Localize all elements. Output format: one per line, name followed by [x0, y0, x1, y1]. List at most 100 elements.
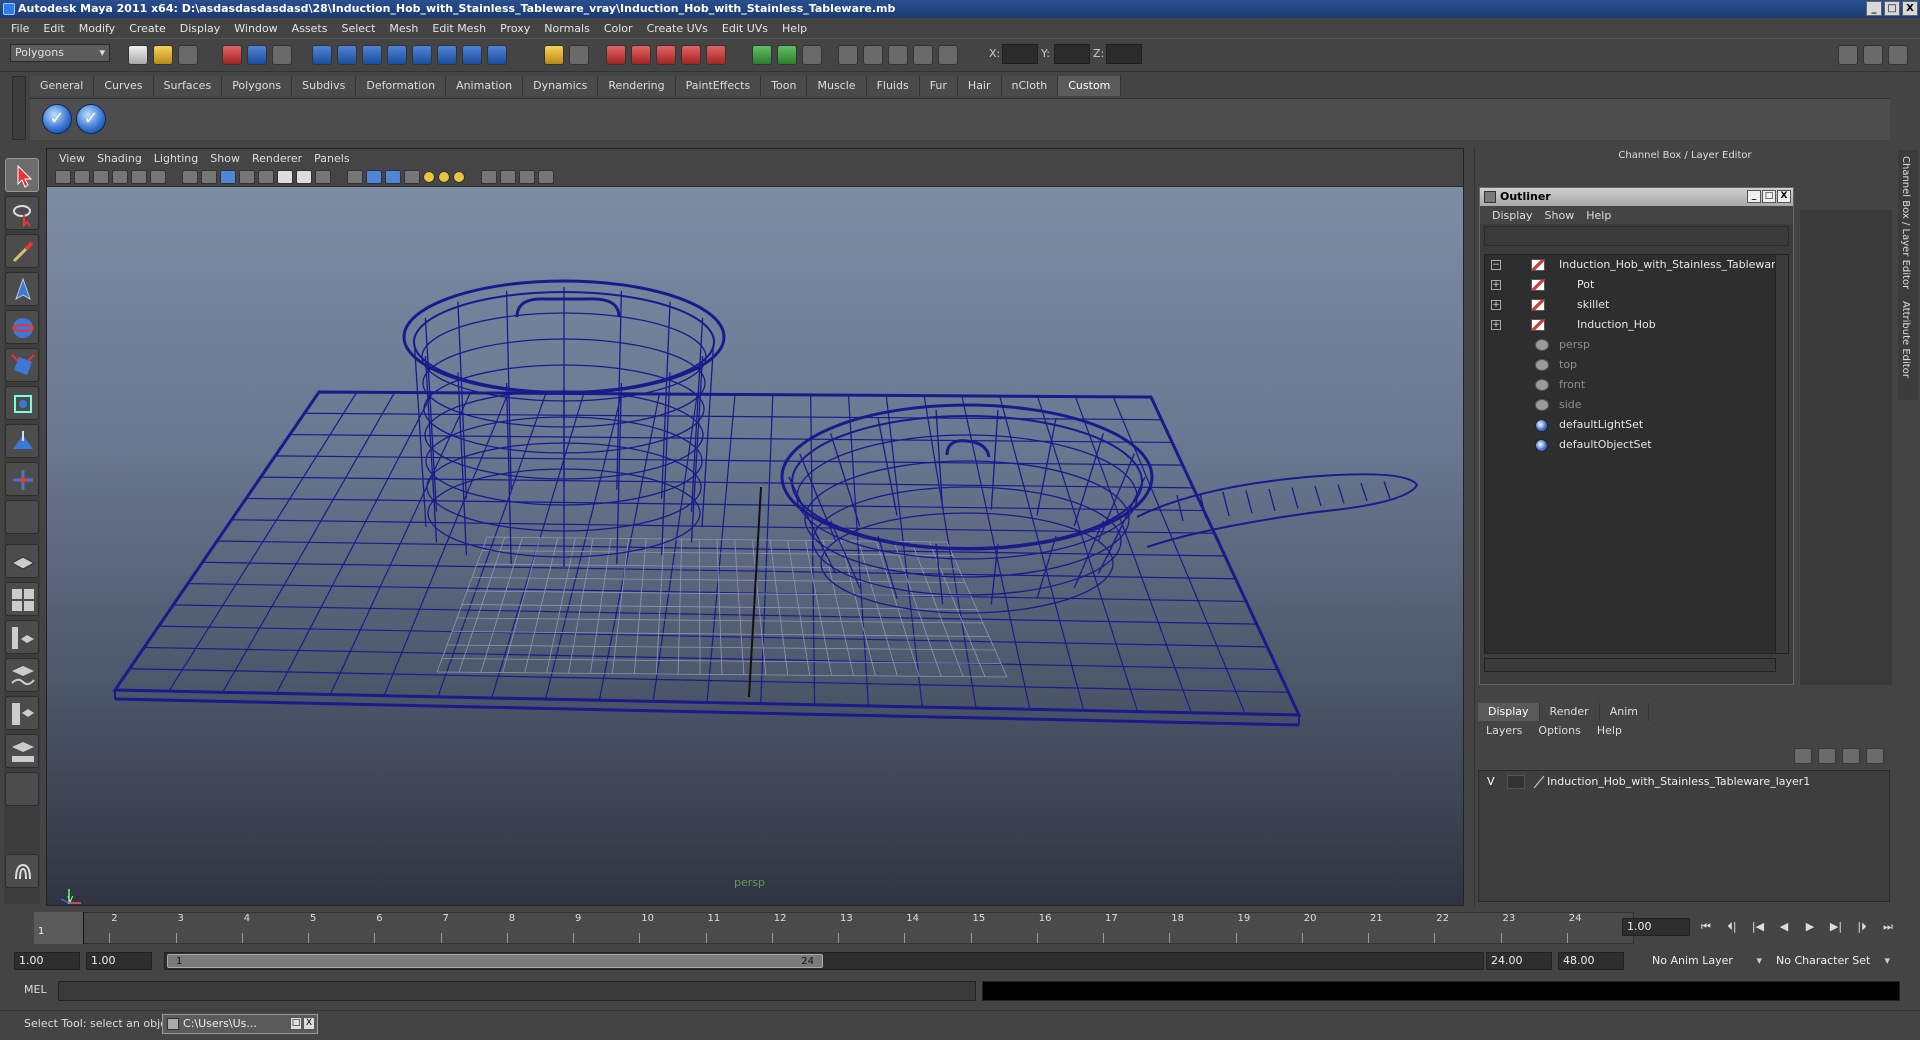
- menu-file[interactable]: File: [4, 22, 36, 35]
- layer-row[interactable]: V Induction_Hob_with_Stainless_Tableware…: [1479, 773, 1889, 791]
- render-settings-icon[interactable]: [913, 45, 933, 65]
- viewport-canvas[interactable]: y: [47, 187, 1463, 905]
- viewport-menu-show[interactable]: Show: [204, 152, 246, 165]
- menu-modify[interactable]: Modify: [72, 22, 122, 35]
- outliner-item-front[interactable]: front: [1485, 375, 1775, 395]
- grid-toggle-icon[interactable]: [182, 169, 198, 184]
- mask-rendering-icon[interactable]: [462, 45, 482, 65]
- shelf-tab-curves[interactable]: Curves: [94, 76, 154, 96]
- layer-menu-help[interactable]: Help: [1589, 724, 1630, 737]
- shelf-tab-polygons[interactable]: Polygons: [222, 76, 293, 96]
- range-slider-track[interactable]: 1 24: [164, 952, 1484, 970]
- anim-layer-dropdown[interactable]: No Anim Layer: [1648, 952, 1762, 970]
- outliner-item-default-light-set[interactable]: defaultLightSet: [1485, 415, 1775, 435]
- field-chart-icon[interactable]: [258, 169, 274, 184]
- menu-help[interactable]: Help: [775, 22, 814, 35]
- wireframe-on-shaded-icon[interactable]: [385, 169, 401, 184]
- custom-shelf-check-icon[interactable]: ✓: [42, 104, 72, 134]
- resolution-gate-icon[interactable]: [220, 169, 236, 184]
- outliner-menu-display[interactable]: Display: [1486, 209, 1539, 222]
- move-tool-icon[interactable]: [5, 272, 39, 306]
- help-query-icon[interactable]: [487, 45, 507, 65]
- render-view-icon[interactable]: [838, 45, 858, 65]
- rotate-tool-icon[interactable]: [5, 310, 39, 344]
- outliner-filter-field[interactable]: [1484, 226, 1789, 246]
- layer-visibility-toggle[interactable]: V: [1487, 773, 1495, 791]
- step-back-frame-icon[interactable]: ⏴|: [1724, 920, 1740, 934]
- backface-culling-icon[interactable]: [538, 169, 554, 184]
- film-gate-icon[interactable]: [201, 169, 217, 184]
- menu-mesh[interactable]: Mesh: [382, 22, 425, 35]
- move-layer-down-icon[interactable]: [1818, 748, 1836, 764]
- menu-window[interactable]: Window: [227, 22, 284, 35]
- layer-tab-display[interactable]: Display: [1478, 703, 1540, 721]
- select-tool-icon[interactable]: [5, 158, 39, 192]
- menu-proxy[interactable]: Proxy: [493, 22, 537, 35]
- hud-toggle-icon[interactable]: [315, 169, 331, 184]
- outliner-vertical-scrollbar[interactable]: [1775, 254, 1789, 654]
- mask-joints-icon[interactable]: [337, 45, 357, 65]
- shelf-tab-dynamics[interactable]: Dynamics: [523, 76, 599, 96]
- shelf-tab-surfaces[interactable]: Surfaces: [153, 76, 223, 96]
- step-forward-key-icon[interactable]: ▶|: [1828, 920, 1844, 934]
- shelf-menu-handle[interactable]: [12, 76, 26, 140]
- safe-action-icon[interactable]: [277, 169, 293, 184]
- input-ops-icon[interactable]: [752, 45, 772, 65]
- go-to-end-icon[interactable]: ⏭: [1880, 920, 1896, 934]
- menu-select[interactable]: Select: [334, 22, 382, 35]
- character-set-dropdown[interactable]: No Character Set: [1772, 952, 1890, 970]
- use-default-light-icon[interactable]: [423, 170, 435, 183]
- go-to-start-icon[interactable]: ⏮: [1698, 920, 1714, 934]
- new-layer-icon[interactable]: [1842, 748, 1860, 764]
- grease-pencil-icon[interactable]: [150, 169, 166, 184]
- shelf-tab-toon[interactable]: Toon: [761, 76, 808, 96]
- toolbox-collapse-icon[interactable]: [5, 772, 39, 806]
- save-scene-icon[interactable]: [178, 45, 198, 65]
- expand-toggle-icon[interactable]: +: [1491, 280, 1501, 290]
- open-scene-icon[interactable]: [153, 45, 173, 65]
- shelf-tab-fur[interactable]: Fur: [919, 76, 958, 96]
- menu-color[interactable]: Color: [597, 22, 640, 35]
- select-object-icon[interactable]: [247, 45, 267, 65]
- layout-outliner-persp-icon[interactable]: [5, 620, 39, 654]
- mask-dynamics-icon[interactable]: [437, 45, 457, 65]
- last-tool-slot-icon[interactable]: [5, 500, 39, 534]
- menu-display[interactable]: Display: [173, 22, 228, 35]
- time-slider[interactable]: 123456789101112131415161718192021222324 …: [10, 910, 1634, 946]
- animation-end-field[interactable]: 48.00: [1558, 952, 1624, 970]
- shelf-tab-fluids[interactable]: Fluids: [866, 76, 920, 96]
- menu-normals[interactable]: Normals: [537, 22, 597, 35]
- playback-end-field[interactable]: 24.00: [1486, 952, 1552, 970]
- outliner-minimize-button[interactable]: _: [1747, 190, 1761, 203]
- layout-single-pane-icon[interactable]: [5, 544, 39, 578]
- mental-ray-icon[interactable]: [5, 854, 39, 888]
- command-input[interactable]: [58, 981, 976, 1001]
- viewport-menu-view[interactable]: View: [53, 152, 91, 165]
- viewport-menu-shading[interactable]: Shading: [91, 152, 148, 165]
- x-field[interactable]: [1002, 44, 1038, 64]
- make-live-icon[interactable]: [706, 45, 726, 65]
- select-hierarchy-icon[interactable]: [222, 45, 242, 65]
- shelf-tab-general[interactable]: General: [30, 76, 95, 96]
- outliner-item-persp[interactable]: persp: [1485, 335, 1775, 355]
- outliner-menu-help[interactable]: Help: [1580, 209, 1617, 222]
- layout-persp-trax-icon[interactable]: [5, 734, 39, 768]
- attribute-editor-toggle-icon[interactable]: [1838, 45, 1858, 65]
- play-backwards-icon[interactable]: ◀: [1776, 920, 1792, 934]
- select-component-icon[interactable]: [272, 45, 292, 65]
- mask-handles-icon[interactable]: [312, 45, 332, 65]
- side-tab-channel-box[interactable]: Channel Box / Layer Editor: [1898, 150, 1913, 295]
- minimize-button[interactable]: _: [1866, 1, 1882, 16]
- wireframe-shading-icon[interactable]: [347, 169, 363, 184]
- layer-menu-layers[interactable]: Layers: [1478, 724, 1530, 737]
- outliner-item-skillet[interactable]: + skillet: [1485, 295, 1775, 315]
- layer-tab-render[interactable]: Render: [1539, 703, 1600, 721]
- minimized-window-item[interactable]: C:\Users\Us... □ X: [162, 1014, 318, 1034]
- animation-start-field[interactable]: 1.00: [14, 952, 80, 970]
- outliner-horizontal-scrollbar[interactable]: [1484, 658, 1776, 672]
- menu-set-dropdown[interactable]: Polygons: [10, 44, 110, 62]
- outliner-maximize-button[interactable]: □: [1762, 190, 1776, 203]
- scale-tool-icon[interactable]: [5, 348, 39, 382]
- move-layer-up-icon[interactable]: [1794, 748, 1812, 764]
- ipr-render-icon[interactable]: [888, 45, 908, 65]
